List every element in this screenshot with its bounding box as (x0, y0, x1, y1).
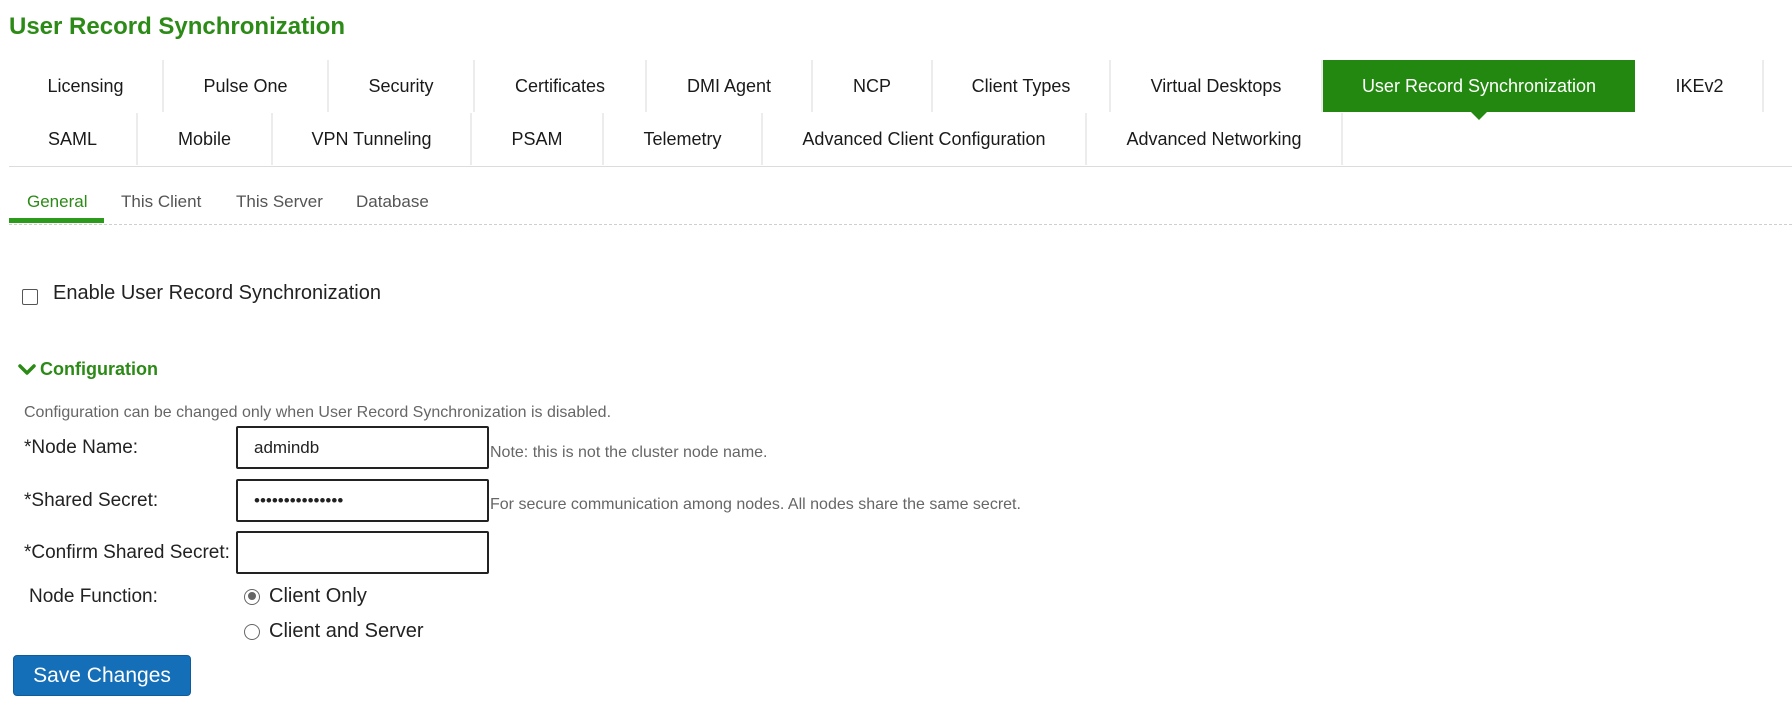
tab-bar-row-2: SAML Mobile VPN Tunneling PSAM Telemetry… (9, 113, 1343, 165)
shared-secret-input[interactable] (236, 479, 489, 522)
configuration-note: Configuration can be changed only when U… (24, 404, 612, 421)
tab-certificates[interactable]: Certificates (475, 60, 647, 112)
tab-saml[interactable]: SAML (9, 113, 138, 165)
radio-client-only-label[interactable]: Client Only (269, 585, 367, 608)
subtab-this-client[interactable]: This Client (121, 186, 201, 224)
enable-sync-row: Enable User Record Synchronization (22, 282, 381, 305)
radio-client-and-server[interactable] (244, 623, 260, 640)
tab-psam[interactable]: PSAM (472, 113, 604, 165)
confirm-secret-input[interactable] (236, 531, 489, 574)
tab-ncp[interactable]: NCP (813, 60, 933, 112)
node-name-input[interactable] (236, 426, 489, 469)
radio-client-and-server-row: Client and Server (244, 620, 424, 643)
node-name-hint: Note: this is not the cluster node name. (490, 444, 768, 461)
tab-virtual-desktops[interactable]: Virtual Desktops (1111, 60, 1323, 112)
tab-advanced-networking[interactable]: Advanced Networking (1087, 113, 1343, 165)
tab-client-types[interactable]: Client Types (933, 60, 1111, 112)
tab-vpn-tunneling[interactable]: VPN Tunneling (273, 113, 472, 165)
tab-pulse-one[interactable]: Pulse One (164, 60, 329, 112)
subtab-bar: General This Client This Server Database (9, 186, 1792, 225)
tab-mobile[interactable]: Mobile (138, 113, 273, 165)
radio-client-only[interactable] (244, 588, 260, 605)
radio-client-and-server-label[interactable]: Client and Server (269, 620, 424, 643)
tabs-divider (9, 166, 1792, 167)
tab-security[interactable]: Security (329, 60, 475, 112)
node-function-label: Node Function: (29, 586, 158, 607)
subtab-this-server[interactable]: This Server (236, 186, 323, 224)
enable-sync-label[interactable]: Enable User Record Synchronization (53, 282, 381, 305)
shared-secret-label: *Shared Secret: (24, 490, 159, 511)
tab-user-record-synchronization[interactable]: User Record Synchronization (1323, 60, 1637, 120)
configuration-section-toggle[interactable]: Configuration (18, 359, 158, 380)
tab-advanced-client-configuration[interactable]: Advanced Client Configuration (763, 113, 1087, 165)
tab-bar-row-1: Licensing Pulse One Security Certificate… (9, 60, 1764, 120)
shared-secret-hint: For secure communication among nodes. Al… (490, 496, 1021, 513)
page-title: User Record Synchronization (9, 13, 346, 40)
active-subtab-indicator (9, 218, 104, 223)
tab-licensing[interactable]: Licensing (9, 60, 164, 112)
confirm-secret-label: *Confirm Shared Secret: (24, 542, 230, 563)
tab-telemetry[interactable]: Telemetry (604, 113, 763, 165)
chevron-down-icon (18, 363, 36, 375)
node-name-label: *Node Name: (24, 437, 139, 458)
enable-sync-checkbox[interactable] (22, 289, 38, 305)
subtab-database[interactable]: Database (356, 186, 429, 224)
tab-dmi-agent[interactable]: DMI Agent (647, 60, 813, 112)
tab-ikev2[interactable]: IKEv2 (1637, 60, 1764, 112)
save-changes-button[interactable]: Save Changes (13, 655, 191, 696)
radio-client-only-row: Client Only (244, 585, 367, 608)
configuration-section-title: Configuration (40, 359, 158, 379)
